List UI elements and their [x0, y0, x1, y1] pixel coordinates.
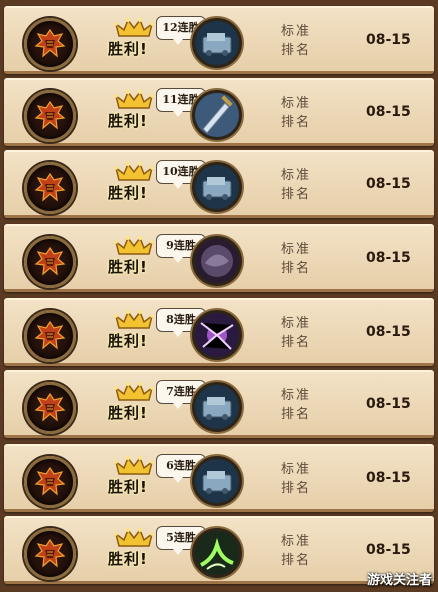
- victory-label: 胜利!: [108, 258, 148, 276]
- crown-icon: [114, 236, 154, 255]
- crown-icon: [114, 528, 154, 547]
- featured-card: [192, 162, 242, 212]
- mech-card-icon: [195, 165, 239, 209]
- crown-icon: [114, 310, 154, 329]
- match-row[interactable]: 胜利! 10连胜 标准 排名 08-15: [4, 150, 434, 218]
- game-mode-label: 标准 排名: [276, 386, 316, 424]
- game-mode-label: 标准 排名: [276, 532, 316, 570]
- featured-card: [192, 456, 242, 506]
- featured-card: [192, 18, 242, 68]
- crown-icon: [114, 456, 154, 475]
- game-mode-line-1: 标准: [280, 96, 311, 111]
- featured-card: [192, 382, 242, 432]
- victory-label: 胜利!: [108, 184, 148, 202]
- match-date: 08-15: [366, 324, 411, 340]
- mech-card-icon: [195, 21, 239, 65]
- featured-card: [192, 236, 242, 286]
- mech-card-icon: [195, 459, 239, 503]
- game-mode-line-2: 排名: [280, 335, 311, 350]
- hero-portrait: [24, 456, 76, 508]
- game-mode-line-2: 排名: [280, 553, 311, 568]
- victory-label: 胜利!: [108, 478, 148, 496]
- game-mode-line-1: 标准: [280, 242, 311, 257]
- victory-label: 胜利!: [108, 404, 148, 422]
- game-mode-label: 标准 排名: [276, 22, 316, 60]
- horde-crest-shape: [34, 28, 66, 58]
- crown-icon: [114, 90, 154, 109]
- featured-card: [192, 528, 242, 578]
- horde-crest-shape: [34, 392, 66, 422]
- match-row[interactable]: 胜利! 8连胜 标准 排名 08-15: [4, 298, 434, 366]
- game-mode-line-1: 标准: [280, 316, 311, 331]
- match-date: 08-15: [366, 470, 411, 486]
- game-mode-line-2: 排名: [280, 43, 311, 58]
- game-mode-line-1: 标准: [280, 388, 311, 403]
- horde-crest-shape: [34, 246, 66, 276]
- match-date: 08-15: [366, 176, 411, 192]
- game-mode-line-1: 标准: [280, 24, 311, 39]
- crown-icon: [114, 18, 154, 37]
- hero-portrait: [24, 18, 76, 70]
- match-date: 08-15: [366, 396, 411, 412]
- horde-crest-shape: [34, 466, 66, 496]
- horde-crest-shape: [34, 172, 66, 202]
- match-date: 08-15: [366, 104, 411, 120]
- match-row[interactable]: 胜利! 12连胜 标准 排名 08-15: [4, 6, 434, 74]
- mech-card-icon: [195, 385, 239, 429]
- watermark-text: 游戏关注者: [366, 573, 432, 588]
- hero-portrait: [24, 236, 76, 288]
- match-date: 08-15: [366, 32, 411, 48]
- game-mode-label: 标准 排名: [276, 166, 316, 204]
- match-row[interactable]: 胜利! 7连胜 标准 排名 08-15: [4, 370, 434, 438]
- arcane-spell-card-icon: [195, 313, 239, 357]
- victory-label: 胜利!: [108, 550, 148, 568]
- victory-label: 胜利!: [108, 332, 148, 350]
- game-mode-line-1: 标准: [280, 462, 311, 477]
- crown-icon: [114, 162, 154, 181]
- game-mode-line-2: 排名: [280, 115, 311, 130]
- match-date: 08-15: [366, 542, 411, 558]
- match-row[interactable]: 胜利! 6连胜 标准 排名 08-15: [4, 444, 434, 512]
- match-date: 08-15: [366, 250, 411, 266]
- victory-label: 胜利!: [108, 112, 148, 130]
- hero-portrait: [24, 162, 76, 214]
- hero-portrait: [24, 528, 76, 580]
- game-mode-label: 标准 排名: [276, 460, 316, 498]
- match-row[interactable]: 胜利! 9连胜 标准 排名 08-15: [4, 224, 434, 292]
- crown-icon: [114, 382, 154, 401]
- game-mode-line-1: 标准: [280, 168, 311, 183]
- shadow-card-icon: [195, 239, 239, 283]
- game-mode-label: 标准 排名: [276, 94, 316, 132]
- game-mode-line-2: 排名: [280, 261, 311, 276]
- game-mode-label: 标准 排名: [276, 314, 316, 352]
- game-mode-line-1: 标准: [280, 534, 311, 549]
- victory-label: 胜利!: [108, 40, 148, 58]
- horde-crest-shape: [34, 538, 66, 568]
- game-mode-line-2: 排名: [280, 481, 311, 496]
- match-history-list: 胜利! 12连胜 标准 排名 08-15 胜利! 11连胜 标准 排名 08-15 胜利! 10连胜标…: [0, 0, 438, 592]
- horde-crest-shape: [34, 320, 66, 350]
- hero-portrait: [24, 382, 76, 434]
- hero-portrait: [24, 310, 76, 362]
- featured-card: [192, 90, 242, 140]
- horde-crest-shape: [34, 100, 66, 130]
- game-mode-line-2: 排名: [280, 407, 311, 422]
- sword-card-icon: [195, 93, 239, 137]
- match-row[interactable]: 胜利! 11连胜 标准 排名 08-15: [4, 78, 434, 146]
- game-mode-label: 标准 排名: [276, 240, 316, 278]
- nature-spell-card-icon: [195, 531, 239, 575]
- featured-card: [192, 310, 242, 360]
- hero-portrait: [24, 90, 76, 142]
- game-mode-line-2: 排名: [280, 187, 311, 202]
